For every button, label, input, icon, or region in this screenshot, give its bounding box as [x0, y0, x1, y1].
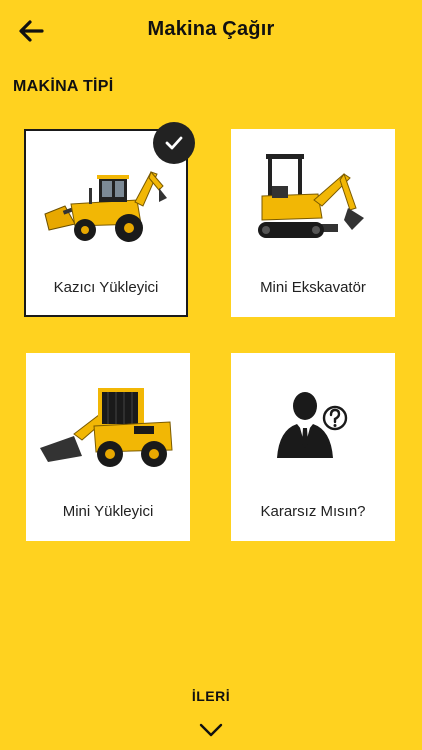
next-button[interactable]: İLERİ [0, 688, 422, 704]
next-chevron-button[interactable] [199, 722, 223, 738]
machine-card-undecided[interactable]: Kararsız Mısın? [231, 353, 395, 541]
machine-label: Kazıcı Yükleyici [53, 279, 159, 296]
machine-card-skid-steer[interactable]: Mini Yükleyici [26, 353, 190, 541]
mini-excavator-image [231, 145, 395, 255]
section-label: MAKİNA TİPİ [13, 78, 114, 95]
undecided-person-icon [231, 369, 395, 479]
machine-label: Kararsız Mısın? [260, 503, 366, 520]
checkmark-icon [165, 136, 183, 150]
app-header: Makina Çağır [0, 0, 422, 62]
page-title: Makina Çağır [147, 18, 275, 40]
machine-label: Mini Yükleyici [62, 503, 154, 520]
machine-card-mini-excavator[interactable]: Mini Ekskavatör [231, 129, 395, 317]
machine-label: Mini Ekskavatör [260, 279, 366, 296]
backhoe-loader-image [26, 147, 186, 257]
chevron-down-icon [199, 723, 223, 737]
selected-check-badge [153, 122, 195, 164]
skid-steer-loader-image [26, 369, 190, 479]
